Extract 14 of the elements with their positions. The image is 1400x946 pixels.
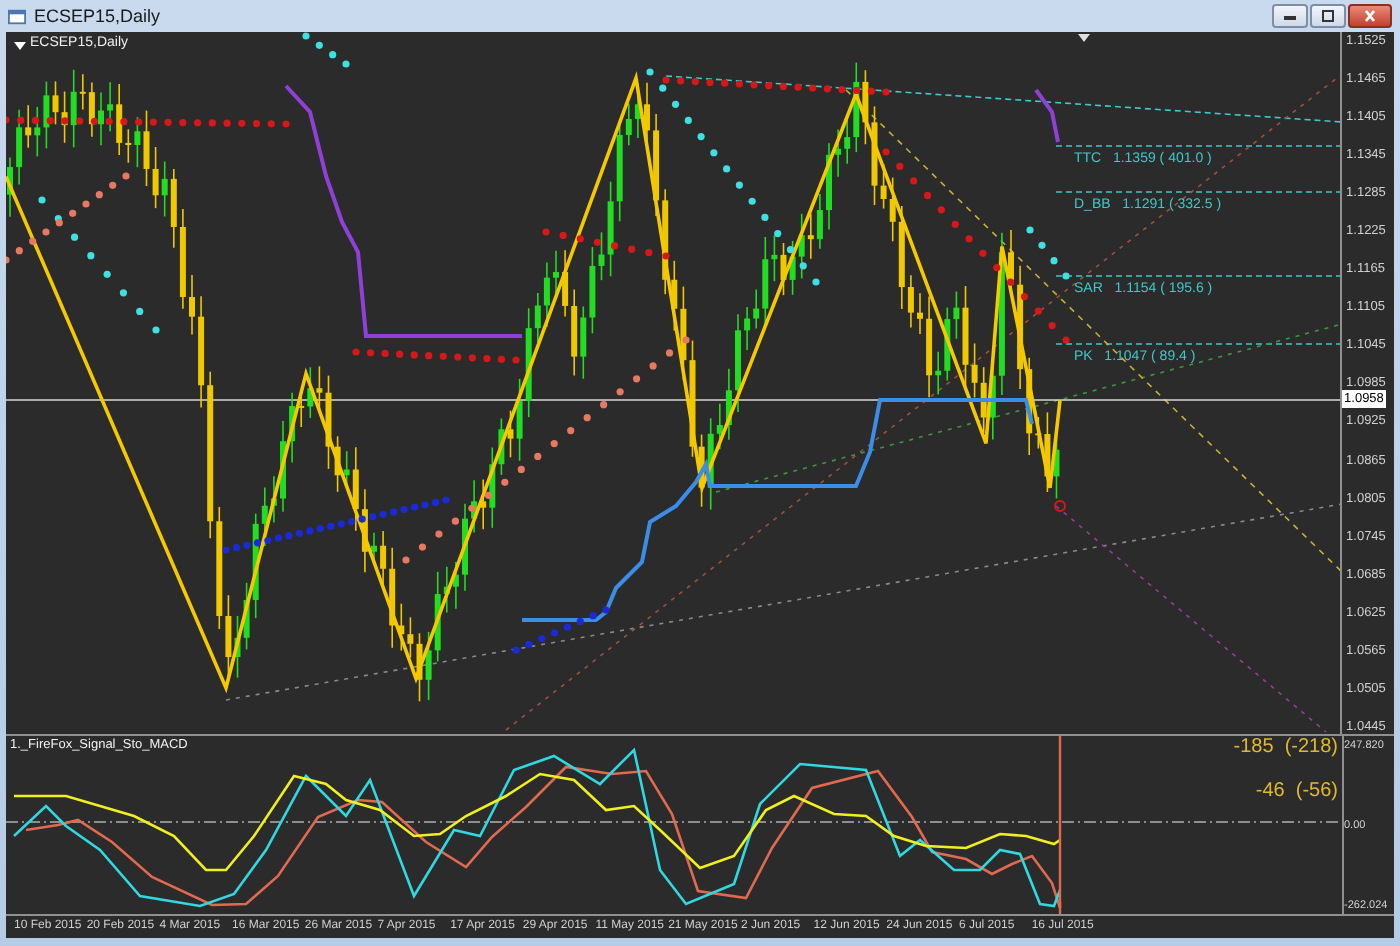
close-button[interactable] xyxy=(1348,4,1392,28)
minimize-icon xyxy=(1280,10,1300,22)
curve-line xyxy=(1034,88,1060,143)
indicator-value: -46 (-56) xyxy=(1255,780,1338,804)
window-icon xyxy=(8,7,26,25)
triangle-icon[interactable] xyxy=(14,42,26,50)
close-icon xyxy=(1360,10,1380,22)
window-title: ECSEP15,Daily xyxy=(34,6,161,26)
restore-icon xyxy=(1318,10,1338,22)
shift-marker-icon[interactable] xyxy=(1078,34,1090,42)
minimize-button[interactable] xyxy=(1272,4,1308,28)
maximize-button[interactable] xyxy=(1310,4,1346,28)
indicator-value: -185 (-218) xyxy=(1233,736,1338,760)
circle-marker xyxy=(1054,500,1066,512)
